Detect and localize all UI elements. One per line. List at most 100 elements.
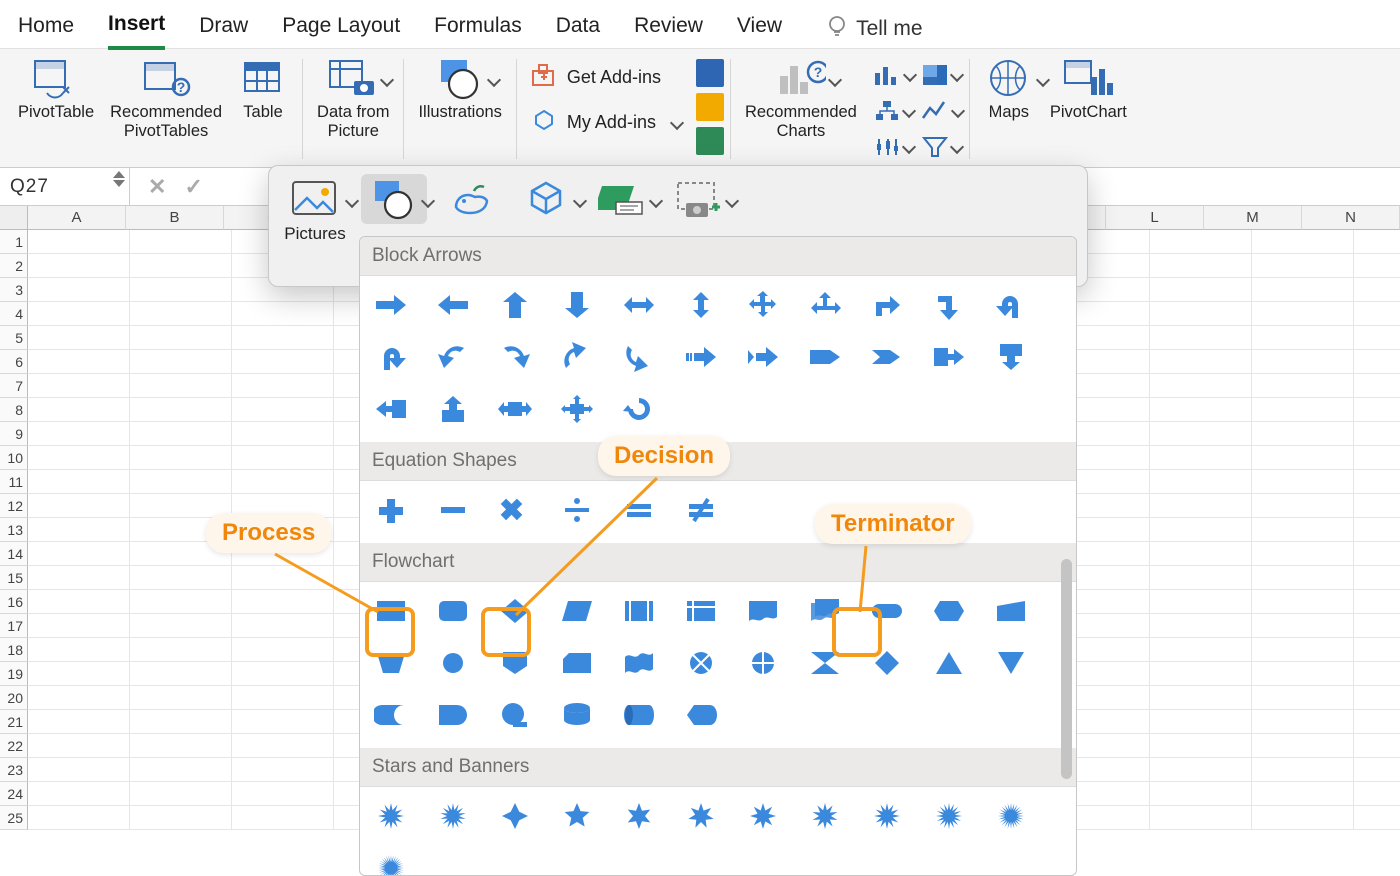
cell[interactable] <box>1354 518 1400 542</box>
cell[interactable] <box>28 662 130 686</box>
shape-flow-multidocument[interactable] <box>808 596 842 626</box>
row-header[interactable]: 16 <box>0 590 28 614</box>
cell[interactable] <box>1252 230 1354 254</box>
cell[interactable] <box>28 446 130 470</box>
cell[interactable] <box>1150 278 1252 302</box>
cell[interactable] <box>28 806 130 830</box>
cell[interactable] <box>28 542 130 566</box>
cell[interactable] <box>1150 302 1252 326</box>
row-header[interactable]: 7 <box>0 374 28 398</box>
visio-addin-tile[interactable] <box>696 59 724 87</box>
cell[interactable] <box>1252 614 1354 638</box>
cell[interactable] <box>130 758 232 782</box>
cell[interactable] <box>1252 254 1354 278</box>
cell[interactable] <box>1354 566 1400 590</box>
shape-flow-sort[interactable] <box>870 648 904 678</box>
illustrations-button[interactable]: Illustrations <box>410 55 509 167</box>
cell[interactable] <box>1354 350 1400 374</box>
shape-eq-divide[interactable] <box>560 495 594 525</box>
row-header[interactable]: 4 <box>0 302 28 326</box>
cell[interactable] <box>28 398 130 422</box>
shape-arrow-curve-down[interactable] <box>622 342 656 372</box>
cell[interactable] <box>232 638 334 662</box>
cell[interactable] <box>1354 230 1400 254</box>
cell[interactable] <box>130 638 232 662</box>
cell[interactable] <box>28 350 130 374</box>
shape-flow-manual-operation[interactable] <box>374 648 408 678</box>
cell[interactable] <box>28 230 130 254</box>
cell[interactable] <box>130 350 232 374</box>
shape-flow-stored-data[interactable] <box>374 700 408 730</box>
treemap-chart-button[interactable] <box>921 59 963 91</box>
cell[interactable] <box>1150 710 1252 734</box>
cell[interactable] <box>28 326 130 350</box>
shape-star-star24[interactable] <box>994 801 1028 831</box>
cell[interactable] <box>1354 326 1400 350</box>
shape-arrow-bend-right[interactable] <box>870 290 904 320</box>
bing-addin-tile[interactable] <box>696 93 724 121</box>
row-header[interactable]: 3 <box>0 278 28 302</box>
shape-arrow-callout-right[interactable] <box>932 342 966 372</box>
cell[interactable] <box>1252 734 1354 758</box>
shape-flow-delay[interactable] <box>436 700 470 730</box>
cell[interactable] <box>1150 734 1252 758</box>
cell[interactable] <box>130 782 232 806</box>
cell[interactable] <box>130 590 232 614</box>
cell[interactable] <box>232 302 334 326</box>
shape-star-star10[interactable] <box>808 801 842 831</box>
shape-flow-magnetic-disk[interactable] <box>560 700 594 730</box>
tab-page-layout[interactable]: Page Layout <box>282 10 400 48</box>
cell[interactable] <box>130 278 232 302</box>
tab-insert[interactable]: Insert <box>108 8 165 50</box>
shape-flow-manual-input[interactable] <box>994 596 1028 626</box>
shape-eq-equal[interactable] <box>622 495 656 525</box>
my-addins-button[interactable]: My Add-ins <box>531 108 682 137</box>
cell[interactable] <box>28 734 130 758</box>
cell[interactable] <box>1150 662 1252 686</box>
cell[interactable] <box>1150 254 1252 278</box>
people-addin-tile[interactable] <box>696 127 724 155</box>
row-header[interactable]: 25 <box>0 806 28 830</box>
cell[interactable] <box>1252 542 1354 566</box>
shape-flow-internal-storage[interactable] <box>684 596 718 626</box>
row-header[interactable]: 5 <box>0 326 28 350</box>
name-box-down-icon[interactable] <box>113 180 125 187</box>
cell[interactable] <box>1150 638 1252 662</box>
row-header[interactable]: 6 <box>0 350 28 374</box>
3d-models-button[interactable] <box>513 174 579 224</box>
shape-flow-punched-tape[interactable] <box>622 648 656 678</box>
shape-arrow-uturn-right[interactable] <box>374 342 408 372</box>
cell[interactable] <box>1354 494 1400 518</box>
cell[interactable] <box>130 614 232 638</box>
cell[interactable] <box>1354 374 1400 398</box>
name-box-up-icon[interactable] <box>113 171 125 178</box>
shape-arrow-notched-right[interactable] <box>746 342 780 372</box>
cell[interactable] <box>232 326 334 350</box>
shape-flow-data[interactable] <box>560 596 594 626</box>
shape-eq-plus[interactable] <box>374 495 408 525</box>
cell[interactable] <box>1252 470 1354 494</box>
cell[interactable] <box>28 302 130 326</box>
name-box[interactable]: Q27 <box>0 168 130 205</box>
column-chart-button[interactable] <box>873 59 915 91</box>
cell[interactable] <box>1150 398 1252 422</box>
shape-arrow-curve-up[interactable] <box>560 342 594 372</box>
cell[interactable] <box>1150 590 1252 614</box>
tell-me-search[interactable]: Tell me <box>826 14 923 44</box>
row-header[interactable]: 22 <box>0 734 28 758</box>
shape-flow-card[interactable] <box>560 648 594 678</box>
shape-arrow-left-right[interactable] <box>622 290 656 320</box>
cell[interactable] <box>232 398 334 422</box>
cell[interactable] <box>232 710 334 734</box>
pivottable-button[interactable]: PivotTable <box>10 55 102 167</box>
cell[interactable] <box>1150 806 1252 830</box>
cell[interactable] <box>130 302 232 326</box>
shape-flow-terminator[interactable] <box>870 596 904 626</box>
cell[interactable] <box>130 326 232 350</box>
shape-arrow-callout-up[interactable] <box>436 394 470 424</box>
cell[interactable] <box>130 470 232 494</box>
cell[interactable] <box>130 710 232 734</box>
shape-flow-alt-process[interactable] <box>436 596 470 626</box>
shape-flow-collate[interactable] <box>808 648 842 678</box>
cell[interactable] <box>232 806 334 830</box>
